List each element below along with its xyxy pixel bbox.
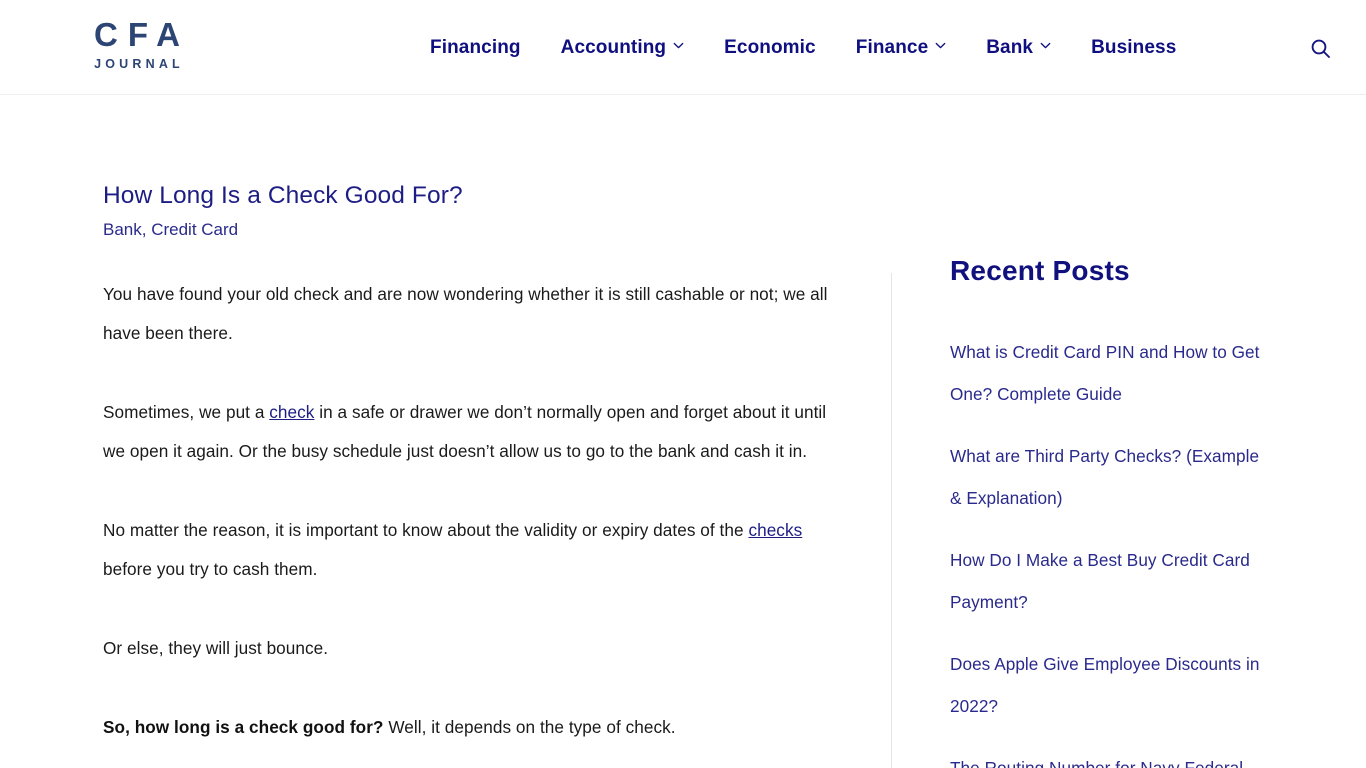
bold-text: So, how long is a check good for? bbox=[103, 716, 384, 737]
site-logo[interactable]: CFA JOURNAL bbox=[72, 18, 202, 71]
list-item: What is Credit Card PIN and How to Get O… bbox=[950, 331, 1270, 415]
recent-post-link[interactable]: Does Apple Give Employee Discounts in 20… bbox=[950, 643, 1270, 727]
list-item: Does Apple Give Employee Discounts in 20… bbox=[950, 643, 1270, 727]
inline-link[interactable]: check bbox=[269, 402, 314, 422]
chevron-down-icon[interactable] bbox=[935, 40, 946, 51]
sidebar: Recent Posts What is Credit Card PIN and… bbox=[950, 255, 1270, 768]
nav-item-finance[interactable]: Finance bbox=[836, 37, 967, 59]
recent-post-link[interactable]: The Routing Number for Navy Federal Cred… bbox=[950, 747, 1270, 768]
article-paragraph: No matter the reason, it is important to… bbox=[103, 511, 843, 589]
article-body: You have found your old check and are no… bbox=[103, 275, 843, 747]
article-paragraph: Or else, they will just bounce. bbox=[103, 629, 843, 668]
list-item: How Do I Make a Best Buy Credit Card Pay… bbox=[950, 539, 1270, 623]
recent-posts-list: What is Credit Card PIN and How to Get O… bbox=[950, 331, 1270, 768]
nav-item-label: Financing bbox=[430, 36, 521, 58]
page-title: How Long Is a Check Good For? bbox=[103, 182, 463, 209]
nav-item-economic[interactable]: Economic bbox=[704, 37, 836, 59]
article: How Long Is a Check Good For? Bank, Cred… bbox=[103, 181, 843, 747]
nav-item-bank[interactable]: Bank bbox=[966, 37, 1071, 59]
list-item: What are Third Party Checks? (Example & … bbox=[950, 435, 1270, 519]
article-paragraph: So, how long is a check good for? Well, … bbox=[103, 708, 843, 747]
paragraph-text: Sometimes, we put a bbox=[103, 401, 270, 422]
article-paragraph: Sometimes, we put a check in a safe or d… bbox=[103, 393, 843, 471]
paragraph-text: before you try to cash them. bbox=[103, 558, 318, 579]
page-content: How Long Is a Check Good For? Bank, Cred… bbox=[0, 95, 1366, 768]
recent-posts-heading: Recent Posts bbox=[950, 255, 1130, 286]
paragraph-text: Well, it depends on the type of check. bbox=[383, 716, 676, 737]
logo-main-text: CFA bbox=[94, 16, 190, 53]
paragraph-text: You have found your old check and are no… bbox=[103, 283, 828, 343]
inline-link[interactable]: checks bbox=[748, 520, 802, 540]
article-categories[interactable]: Bank, Credit Card bbox=[103, 219, 843, 241]
chevron-down-icon[interactable] bbox=[1040, 40, 1051, 51]
nav-item-business[interactable]: Business bbox=[1071, 37, 1196, 59]
content-sidebar-divider bbox=[891, 273, 892, 768]
logo-sub-text: JOURNAL bbox=[94, 57, 184, 71]
recent-post-link[interactable]: How Do I Make a Best Buy Credit Card Pay… bbox=[950, 539, 1270, 623]
recent-post-link[interactable]: What are Third Party Checks? (Example & … bbox=[950, 435, 1270, 519]
recent-post-link[interactable]: What is Credit Card PIN and How to Get O… bbox=[950, 331, 1270, 415]
nav-item-label: Finance bbox=[855, 36, 929, 58]
main-navigation: Financing Accounting Economic Finance Bank Bu… bbox=[410, 0, 1196, 95]
chevron-down-icon[interactable] bbox=[673, 40, 684, 51]
nav-item-label: Accounting bbox=[560, 36, 667, 58]
paragraph-text: No matter the reason, it is important to… bbox=[103, 519, 749, 540]
nav-item-label: Business bbox=[1091, 36, 1177, 58]
nav-item-label: Economic bbox=[724, 36, 816, 58]
search-icon[interactable] bbox=[1308, 36, 1334, 62]
list-item: The Routing Number for Navy Federal Cred… bbox=[950, 747, 1270, 768]
paragraph-text: Or else, they will just bounce. bbox=[103, 637, 329, 658]
site-header: CFA JOURNAL Financing Accounting Economic F… bbox=[0, 0, 1366, 95]
nav-item-label: Bank bbox=[986, 36, 1034, 58]
article-paragraph: You have found your old check and are no… bbox=[103, 275, 843, 353]
nav-item-financing[interactable]: Financing bbox=[410, 37, 541, 59]
nav-item-accounting[interactable]: Accounting bbox=[541, 37, 705, 59]
